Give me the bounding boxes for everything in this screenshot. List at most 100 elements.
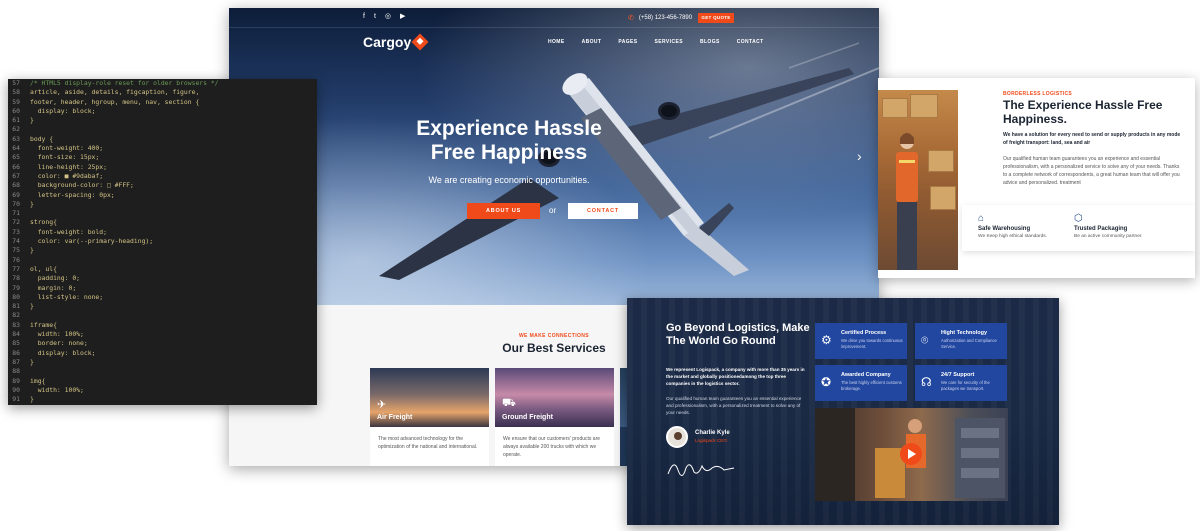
tile-desc: Authorization and Compliance Service. — [941, 338, 997, 349]
nav-services[interactable]: SERVICES — [655, 39, 683, 45]
nav-blogs[interactable]: BLOGS — [700, 39, 720, 45]
code-line: 78 padding: 0; — [8, 274, 317, 283]
fingerprint-icon: ⌾ — [921, 333, 929, 347]
code-text: display: block; — [30, 106, 96, 115]
code-line: 89 img{ — [8, 377, 317, 386]
feature-title: Safe Warehousing — [978, 226, 1031, 232]
code-line: 62 — [8, 125, 317, 134]
air-freight-image: ✈ Air Freight — [370, 368, 489, 427]
line-number: 77 — [12, 264, 20, 273]
instagram-icon[interactable]: ◎ — [385, 13, 391, 21]
line-number: 57 — [12, 79, 20, 87]
code-line: 70} — [8, 200, 317, 209]
slider-next-icon[interactable]: › — [857, 148, 862, 164]
nav-home[interactable]: HOME — [548, 39, 565, 45]
facebook-icon[interactable]: f — [363, 13, 365, 21]
video-thumbnail[interactable] — [815, 408, 1008, 501]
code-line: 81} — [8, 302, 317, 311]
about-us-button[interactable]: ABOUT US — [467, 203, 540, 219]
tile-title: Hight Technology — [941, 330, 988, 336]
line-number: 64 — [12, 144, 20, 153]
code-text: } — [30, 116, 34, 125]
feature-desc: Be an active community partner. — [1074, 234, 1143, 239]
showcase-stage: f t ◎ ▶ ✆ (+58) 123-456-7890 GET QUOTE C… — [0, 0, 1200, 531]
line-number: 73 — [12, 227, 20, 236]
code-line: 83 iframe{ — [8, 321, 317, 330]
award-icon: ✪ — [821, 375, 832, 389]
line-number: 82 — [12, 311, 20, 320]
code-line: 61} — [8, 116, 317, 125]
code-text: } — [30, 246, 34, 255]
card-title: Air Freight — [377, 414, 413, 421]
feature-desc: We Keep high ethical standards. — [978, 234, 1047, 239]
line-number: 87 — [12, 357, 20, 366]
tile-title: Awarded Company — [841, 372, 891, 378]
line-number: 59 — [12, 97, 20, 106]
hero-title-line-2: Free Happiness — [430, 141, 588, 164]
phone-contact[interactable]: ✆ (+58) 123-456-7890 — [628, 14, 692, 22]
contact-button[interactable]: CONTACT — [568, 203, 638, 219]
code-text: padding: 0; — [30, 274, 81, 283]
line-number: 70 — [12, 199, 20, 208]
tile-desc: We drive you towards continuous improvem… — [841, 338, 903, 349]
truck-icon: ⛟ — [502, 397, 516, 409]
play-icon[interactable] — [900, 443, 922, 465]
warehouse-worker-photo — [878, 90, 958, 270]
beyond-title: Go Beyond Logistics, Make The World Go R… — [666, 322, 810, 347]
service-card-ground-freight[interactable]: ⛟ Ground Freight We ensure that our cust… — [495, 368, 614, 466]
tile-title: Certified Process — [841, 330, 887, 336]
feature-title: Trusted Packaging — [1074, 226, 1128, 232]
tile-awarded-company: ✪ Awarded Company The best highly effici… — [815, 365, 907, 401]
code-line: 67 color: ■ #9dabaf; — [8, 172, 317, 181]
go-beyond-logistics-screenshot: Go Beyond Logistics, Make The World Go R… — [627, 298, 1059, 525]
beyond-lead: We represent Logispack, a company with m… — [666, 367, 805, 386]
code-text: } — [30, 199, 34, 208]
borderless-title: The Experience Hassle Free Happiness. — [1003, 98, 1163, 126]
line-number: 75 — [12, 246, 20, 255]
tile-certified-process: ⚙ Certified Process We drive you towards… — [815, 323, 907, 359]
code-text: article, aside, details, figcaption, fig… — [30, 88, 200, 97]
code-line: 76 — [8, 256, 317, 265]
logo-text: Cargoy — [363, 34, 412, 50]
hero-subtitle: We are creating economic opportunities. — [428, 175, 590, 185]
youtube-icon[interactable]: ▶ — [400, 13, 405, 21]
borderless-lead: We have a solution for every need to sen… — [1003, 132, 1181, 146]
code-line: 80 list-style: none; — [8, 293, 317, 302]
twitter-icon[interactable]: t — [374, 13, 376, 21]
code-line: 72 strong{ — [8, 218, 317, 227]
code-line: 68 background-color: □ #FFF; — [8, 181, 317, 190]
code-line: 85 border: none; — [8, 339, 317, 348]
line-number: 81 — [12, 302, 20, 311]
hero-section: f t ◎ ▶ ✆ (+58) 123-456-7890 GET QUOTE C… — [229, 8, 879, 305]
nav-contact[interactable]: CONTACT — [737, 39, 764, 45]
service-card-air-freight[interactable]: ✈ Air Freight The most advanced technolo… — [370, 368, 489, 466]
code-line: 59 footer, header, hgroup, menu, nav, sec… — [8, 98, 317, 107]
card-text: The most advanced technology for the opt… — [378, 436, 478, 450]
code-line: 77 ol, ul{ — [8, 265, 317, 274]
line-number: 68 — [12, 181, 20, 190]
get-quote-button[interactable]: GET QUOTE — [698, 13, 734, 23]
code-text: font-weight: 400; — [30, 144, 104, 153]
or-separator: or — [549, 206, 557, 215]
nav-about[interactable]: ABOUT — [582, 39, 602, 45]
code-line: 86 display: block; — [8, 349, 317, 358]
hero-title: Experience Hassle Free Happiness — [409, 117, 609, 165]
line-number: 80 — [12, 292, 20, 301]
code-line: 64 font-weight: 400; — [8, 144, 317, 153]
line-number: 90 — [12, 385, 20, 394]
code-text: display: block; — [30, 348, 96, 357]
phone-icon: ✆ — [628, 15, 634, 22]
code-text: font-weight: bold; — [30, 227, 107, 236]
code-line: 73 font-weight: bold; — [8, 228, 317, 237]
code-text: width: 100%; — [30, 385, 84, 394]
code-text: iframe{ — [30, 320, 57, 329]
nav-pages[interactable]: PAGES — [618, 39, 637, 45]
code-text: border: none; — [30, 339, 88, 348]
line-number: 58 — [12, 88, 20, 97]
line-number: 78 — [12, 274, 20, 283]
code-text: font-size: 15px; — [30, 153, 100, 162]
site-logo[interactable]: Cargoy — [363, 33, 429, 51]
code-text: color: ■ #9dabaf; — [30, 171, 104, 180]
phone-number: (+58) 123-456-7890 — [638, 15, 693, 21]
code-line: 82 — [8, 311, 317, 320]
